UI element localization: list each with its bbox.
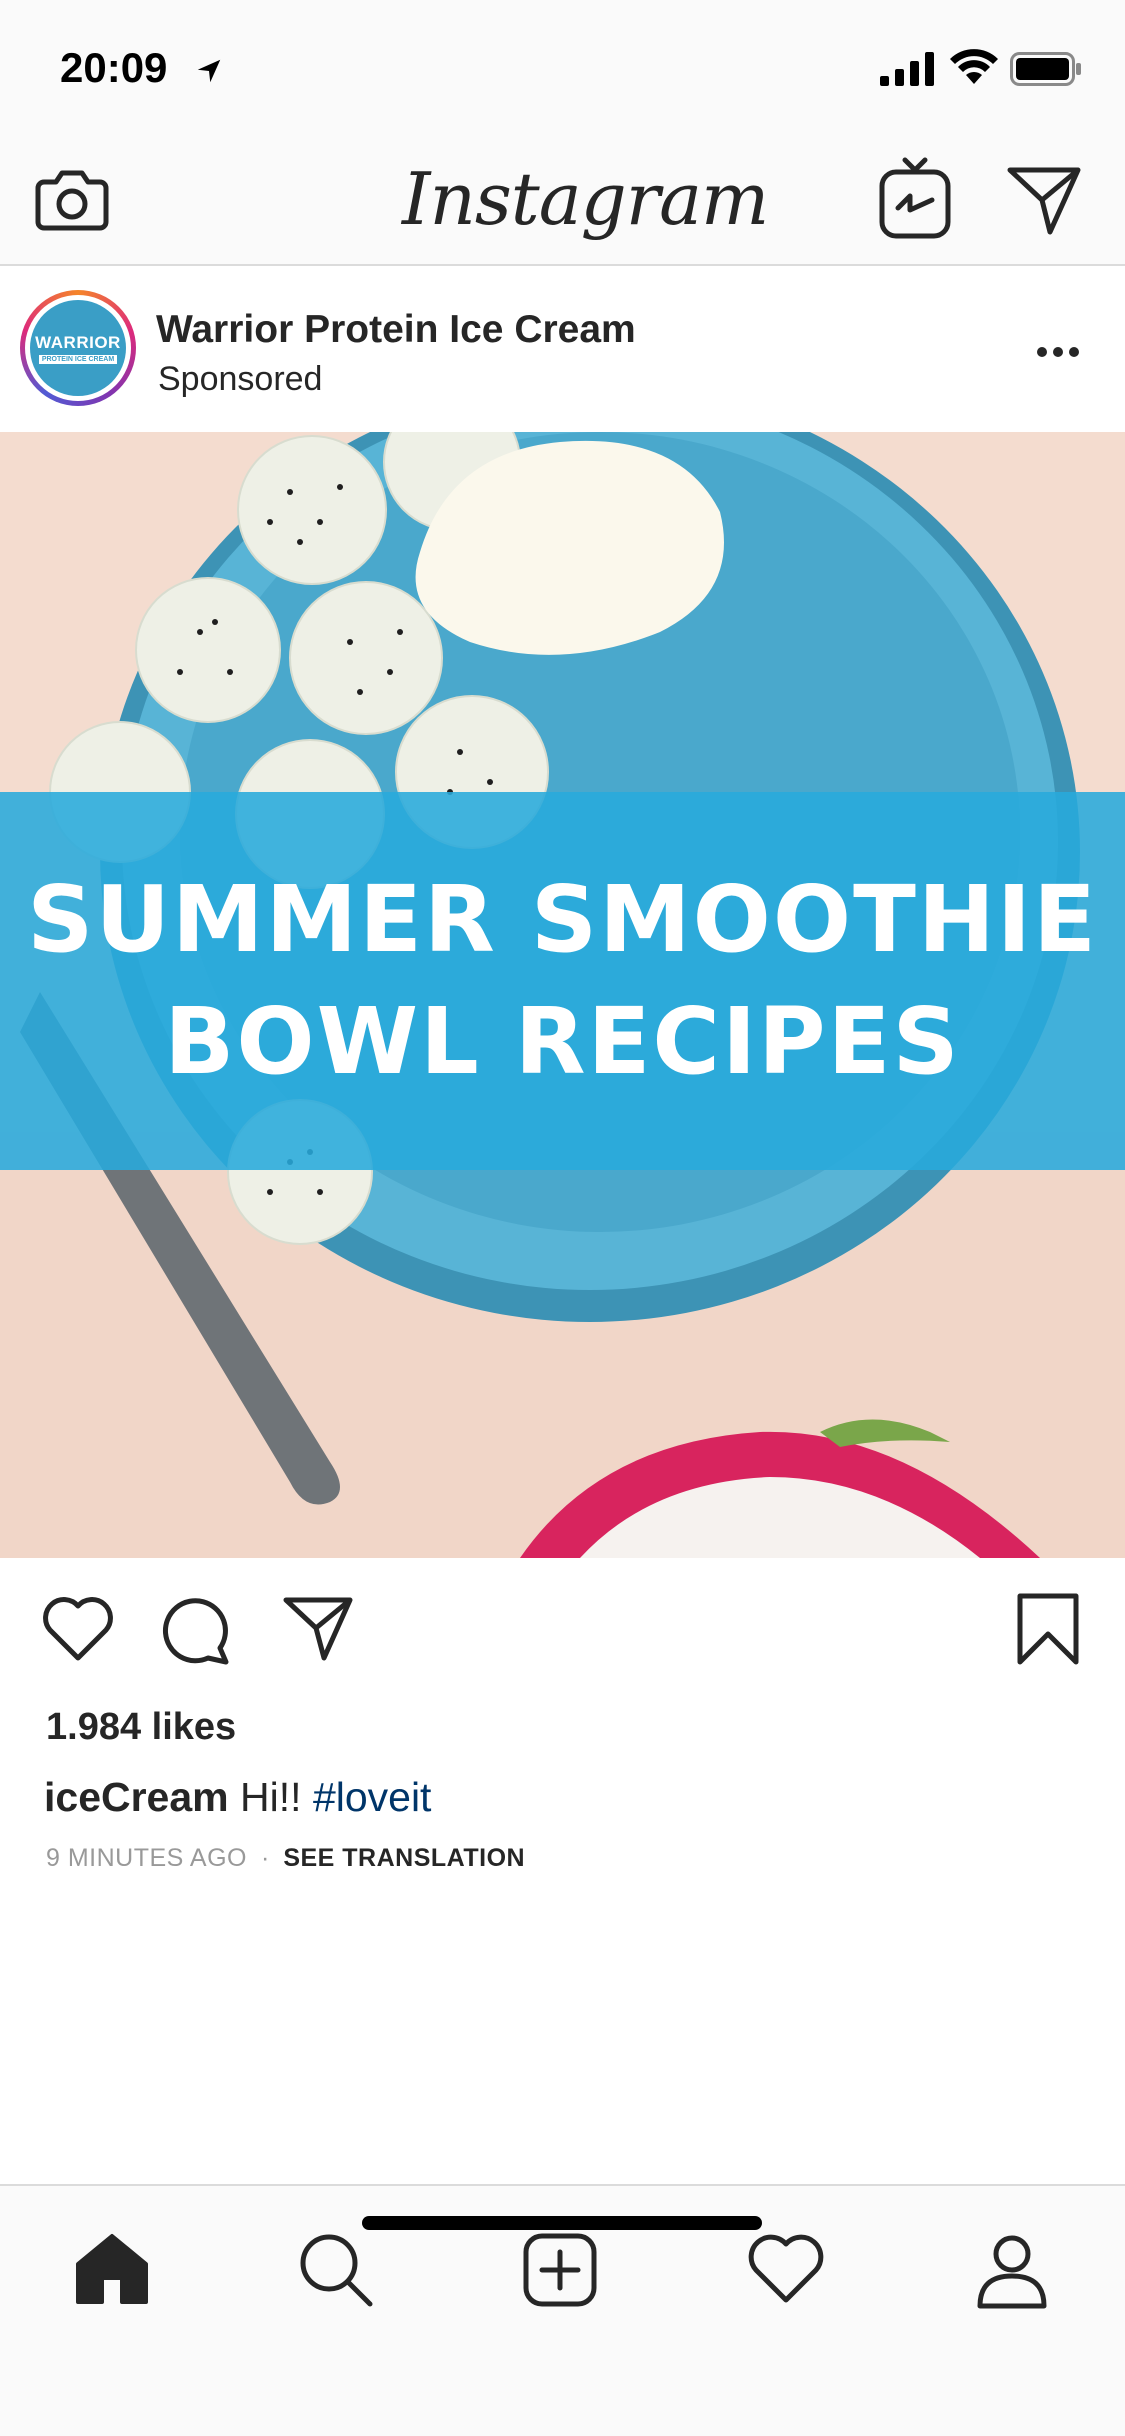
avatar[interactable]: WARRIOR PROTEIN ICE CREAM <box>20 290 136 406</box>
caption-username[interactable]: iceCream <box>44 1774 229 1820</box>
banner-line-2: BOWL RECIPES <box>164 988 961 1095</box>
post-actions <box>0 1558 1125 1698</box>
top-nav: Instagram <box>0 132 1125 266</box>
banner-line-1: SUMMER SMOOTHIE <box>27 866 1098 973</box>
heart-icon[interactable] <box>746 2230 826 2310</box>
comment-icon[interactable] <box>160 1592 234 1666</box>
caption-hashtag[interactable]: #loveit <box>313 1774 432 1820</box>
battery-icon <box>1010 52 1081 86</box>
see-translation-link[interactable]: SEE TRANSLATION <box>283 1844 525 1872</box>
post-header: WARRIOR PROTEIN ICE CREAM Warrior Protei… <box>0 268 1125 432</box>
instagram-logo: Instagram <box>402 157 769 241</box>
signal-icon <box>880 52 934 86</box>
post-image[interactable]: SUMMER SMOOTHIE BOWL RECIPES <box>0 432 1125 1558</box>
location-arrow-icon <box>197 59 221 83</box>
post-caption: iceCream Hi!! #loveit <box>44 1774 431 1821</box>
igtv-icon[interactable] <box>878 156 952 240</box>
likes-count[interactable]: 1.984 likes <box>46 1706 236 1749</box>
caption-text: Hi!! <box>240 1774 302 1820</box>
home-indicator[interactable] <box>362 2216 762 2230</box>
camera-icon[interactable] <box>34 160 110 236</box>
avatar-brand-text: WARRIOR <box>35 332 121 352</box>
post-time-ago: 9 MINUTES AGO <box>46 1844 247 1872</box>
add-icon[interactable] <box>520 2230 600 2310</box>
promo-banner: SUMMER SMOOTHIE BOWL RECIPES <box>0 792 1125 1170</box>
post-account-name[interactable]: Warrior Protein Ice Cream <box>156 308 636 352</box>
status-time: 20:09 <box>60 44 168 91</box>
more-options-icon[interactable] <box>1036 346 1080 358</box>
status-bar: 20:09 <box>0 0 1125 132</box>
home-icon[interactable] <box>72 2230 152 2310</box>
profile-icon[interactable] <box>972 2230 1052 2310</box>
avatar-brand-subtext: PROTEIN ICE CREAM <box>38 354 118 364</box>
share-icon[interactable] <box>282 1594 354 1662</box>
post-meta: 9 MINUTES AGO · SEE TRANSLATION <box>46 1844 525 1873</box>
search-icon[interactable] <box>296 2230 376 2310</box>
save-icon[interactable] <box>1016 1592 1080 1666</box>
direct-icon[interactable] <box>1006 164 1082 236</box>
like-icon[interactable] <box>40 1594 116 1664</box>
wifi-icon <box>950 49 998 84</box>
sponsored-label[interactable]: Sponsored <box>158 360 322 399</box>
meta-separator: · <box>260 1844 270 1872</box>
